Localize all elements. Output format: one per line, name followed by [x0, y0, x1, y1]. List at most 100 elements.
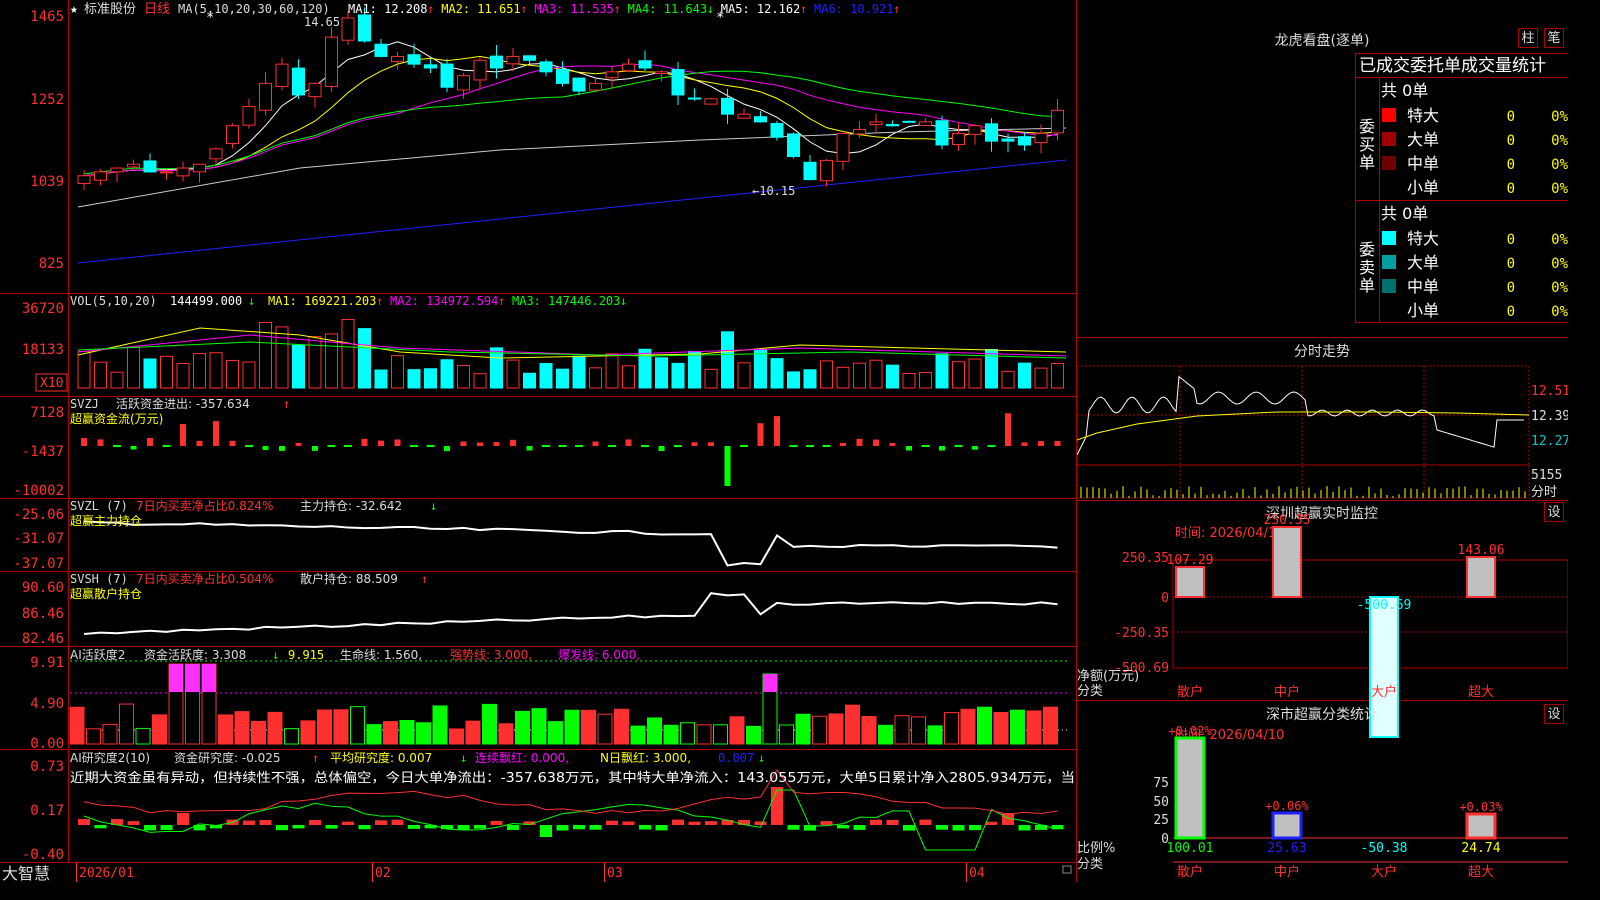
sell-total: 共 0单: [1381, 204, 1428, 223]
volume-bar: [556, 368, 569, 389]
flow-bar: [757, 423, 764, 446]
volume-bar: [143, 358, 157, 389]
tick-view-button[interactable]: 笔: [1544, 28, 1564, 48]
activity-bar: [251, 720, 266, 745]
svzl-axis-2: -31.07: [13, 531, 64, 547]
flow-bar: [97, 439, 104, 446]
ma-legend-5: MA5: 12.162: [721, 2, 800, 16]
svsh-subtitle: 超赢散户持仓: [70, 586, 142, 601]
volume-bar: [754, 349, 767, 389]
bar-view-button[interactable]: 柱: [1518, 28, 1538, 48]
flow-bar: [279, 446, 285, 451]
flow-bar: [592, 441, 599, 446]
candle: [589, 82, 602, 91]
buy-row-pct: 0%: [1551, 181, 1568, 197]
research-bar: [160, 825, 173, 830]
intraday-chart[interactable]: [1076, 365, 1530, 499]
activity-bar: [449, 728, 464, 745]
research-bar: [144, 825, 156, 831]
candle: [787, 133, 800, 158]
research-bar: [127, 821, 140, 825]
sz-class-chart[interactable]: 7550250+0.02%100.01散户+0.06%25.63中户-50.38…: [1153, 724, 1568, 880]
svzl-subtitle: 超赢主力持仓: [70, 513, 142, 528]
flow-bar: [526, 446, 533, 451]
volume-bar: [902, 372, 916, 389]
flow-bar: [180, 424, 186, 446]
svzj-subtitle: 超赢资金流(万元): [70, 411, 163, 426]
candle: [374, 43, 388, 57]
candle: [407, 54, 421, 65]
lock-icon[interactable]: [1062, 865, 1072, 874]
candle: [506, 55, 520, 65]
sz-class-title: 深市超赢分类统计: [1266, 706, 1378, 723]
monitor-cat-0: 散户: [1177, 684, 1203, 700]
svzj-panel[interactable]: [81, 413, 1061, 486]
active-axis-3: 0.00: [30, 736, 64, 752]
activity-bar: [432, 705, 448, 745]
flow-bar: [774, 416, 780, 446]
candle: [869, 121, 883, 126]
vol-value: 144499.000: [170, 294, 242, 308]
ma-line: [83, 55, 1058, 177]
favorite-star-icon[interactable]: ★: [70, 2, 78, 17]
research-axis-2: 0.17: [30, 803, 64, 819]
candle: [721, 97, 734, 115]
class-top-3: +0.03%: [1459, 800, 1503, 814]
candle: [259, 82, 272, 111]
chart-area[interactable]: * * ★ 标准股份 日线 MA(5,10,20,30,60,120) MA1: …: [0, 0, 1077, 883]
intraday-price-line: [1076, 375, 1524, 456]
svzj-arrow: ↑: [283, 397, 290, 411]
period-label[interactable]: 日线: [144, 2, 170, 17]
sz-class-settings-button[interactable]: 设: [1544, 704, 1564, 724]
volume-panel[interactable]: [77, 319, 1067, 389]
svzl-panel[interactable]: [83, 520, 1058, 567]
candle: [358, 14, 371, 42]
activity-bar: [416, 722, 431, 745]
ai-active-panel[interactable]: [69, 660, 1070, 745]
class-bottom-2: -50.38: [1361, 841, 1408, 856]
price-panel[interactable]: * *: [77, 7, 1067, 264]
ma-line: [83, 63, 1058, 177]
research-avg: 平均研究度: 0.007: [330, 750, 432, 765]
sz-monitor-settings-button[interactable]: 设: [1544, 502, 1564, 522]
monitor-axis-0: 250.35: [1122, 551, 1169, 566]
volume-bar: [853, 362, 866, 389]
buy-side-label-2: 单: [1359, 153, 1375, 172]
ma-legend-arrow-4: ↓: [707, 2, 714, 16]
class-bar-3: [1465, 812, 1497, 840]
flow-bar: [81, 438, 87, 446]
candle: [424, 64, 437, 69]
research-arrow: ↑: [312, 751, 319, 765]
volume-bar: [820, 360, 833, 389]
class-top-1: +0.06%: [1265, 799, 1309, 813]
class-bottom-3: 24.74: [1461, 841, 1500, 856]
activity-bar: [135, 727, 151, 745]
candle: [490, 55, 503, 69]
sz-monitor-chart[interactable]: 250.350-250.35-500.69107.29散户250.35中户-50…: [1114, 513, 1569, 738]
activity-bar: [812, 715, 827, 745]
sell-row-num: 0: [1507, 280, 1515, 296]
sell-row-name: 中单: [1407, 277, 1439, 296]
vol-legend-arrow-3: ↓: [620, 294, 627, 308]
candle: [655, 71, 668, 74]
research-title: AI研究度2(10): [70, 750, 150, 765]
monitor-bar-0: [1175, 566, 1205, 598]
ma-line: [83, 41, 1058, 177]
flow-bar: [361, 438, 368, 446]
class-axis-2: 25: [1153, 813, 1169, 828]
candle: [968, 125, 982, 135]
research-bar: [391, 819, 404, 825]
research-bar: [342, 821, 354, 825]
activity-burst: [763, 674, 777, 692]
candle: [754, 116, 767, 123]
candle: [820, 159, 833, 182]
sz-class-ylabel1: 比例%: [1077, 841, 1115, 856]
candle: [985, 123, 998, 142]
svsh-panel[interactable]: [83, 592, 1058, 636]
sell-row-pct: 0%: [1551, 232, 1568, 248]
research-bar: [556, 825, 569, 831]
buy-side-label-0: 委: [1359, 117, 1375, 136]
active-title: AI活跃度2: [70, 647, 125, 662]
vol-legend-arrow-1: ↑: [376, 294, 383, 308]
volume-bar: [275, 326, 289, 389]
